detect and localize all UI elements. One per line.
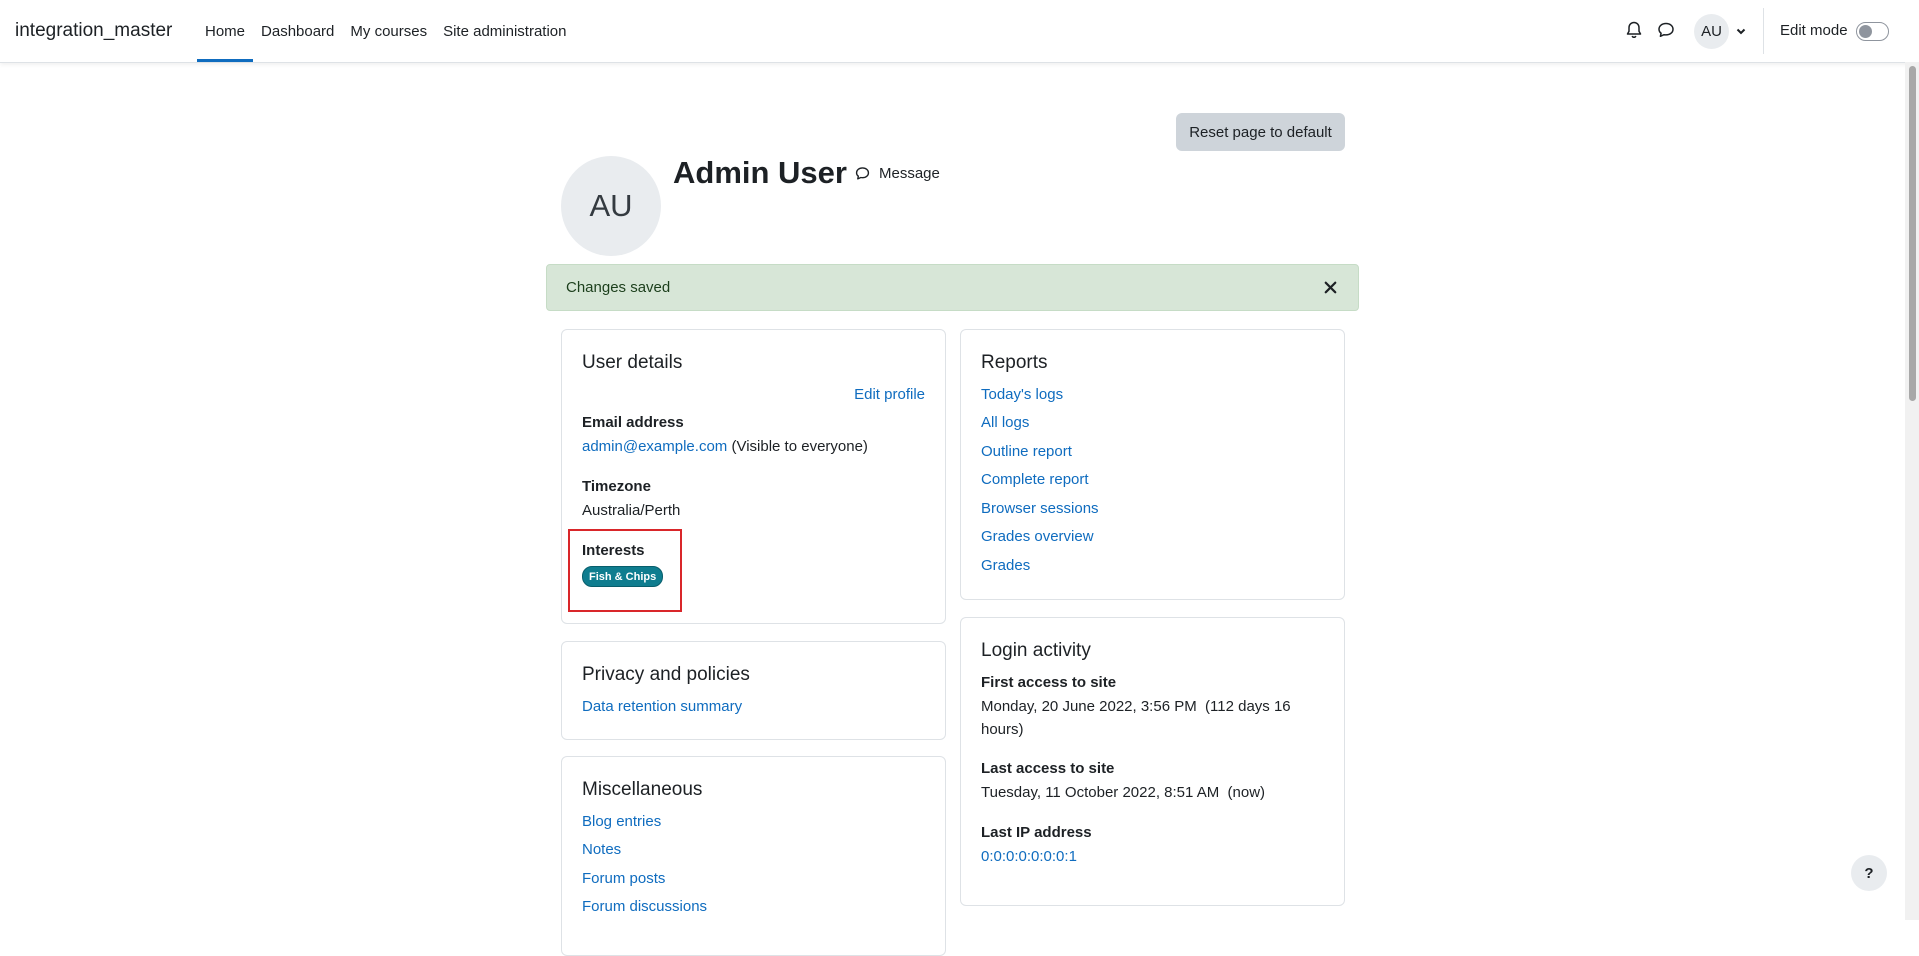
forum-discussions-link[interactable]: Forum discussions	[582, 898, 707, 915]
message-button[interactable]: Message	[854, 165, 940, 182]
notifications-bell-icon[interactable]	[1624, 20, 1644, 40]
all-logs-link[interactable]: All logs	[981, 414, 1029, 431]
last-access-value: Tuesday, 11 October 2022, 8:51 AM (now)	[981, 784, 1266, 801]
timezone-label: Timezone	[582, 478, 651, 495]
speech-bubble-icon	[855, 167, 870, 180]
interest-tag[interactable]: Fish & Chips	[582, 566, 664, 587]
last-ip-label: Last IP address	[981, 824, 1092, 841]
outline-report-link[interactable]: Outline report	[981, 443, 1072, 460]
messages-speech-bubble-icon[interactable]	[1656, 20, 1676, 40]
top-navbar: integration_master Home Dashboard My cou…	[0, 0, 1919, 63]
email-row: admin@example.com (Visible to everyone)	[582, 438, 868, 455]
last-access-label: Last access to site	[981, 760, 1115, 777]
notes-link[interactable]: Notes	[582, 841, 621, 858]
help-button[interactable]: ?	[1851, 855, 1887, 891]
edit-mode-toggle[interactable]	[1856, 22, 1889, 41]
message-label: Message	[879, 165, 940, 182]
reports-card: Reports Today's logs All logs Outline re…	[960, 329, 1345, 600]
first-access-value-continued: hours)	[981, 721, 1024, 738]
timezone-value: Australia/Perth	[582, 502, 681, 519]
email-link[interactable]: admin@example.com	[582, 438, 727, 455]
nav-item-my-courses[interactable]: My courses	[342, 0, 435, 62]
reset-page-button[interactable]: Reset page to default	[1176, 113, 1345, 151]
grades-link[interactable]: Grades	[981, 557, 1030, 574]
browser-sessions-link[interactable]: Browser sessions	[981, 500, 1099, 517]
privacy-title: Privacy and policies	[582, 664, 750, 685]
todays-logs-link[interactable]: Today's logs	[981, 386, 1063, 403]
grades-overview-link[interactable]: Grades overview	[981, 528, 1094, 545]
edit-mode-label: Edit mode	[1780, 22, 1848, 39]
nav-item-dashboard[interactable]: Dashboard	[253, 0, 342, 62]
data-retention-summary-link[interactable]: Data retention summary	[582, 698, 742, 715]
page-scrollbar-thumb[interactable]	[1909, 66, 1916, 401]
profile-avatar: AU	[561, 156, 661, 256]
interests-label: Interests	[582, 542, 645, 559]
first-access-value: Monday, 20 June 2022, 3:56 PM (112 days …	[981, 698, 1291, 715]
changes-saved-alert: Changes saved	[546, 264, 1359, 311]
nav-item-home[interactable]: Home	[197, 0, 254, 62]
alert-text: Changes saved	[566, 279, 671, 296]
user-details-title: User details	[582, 352, 683, 373]
privacy-policies-card: Privacy and policies Data retention summ…	[561, 641, 946, 740]
edit-mode-toggle-knob	[1859, 25, 1872, 38]
site-brand[interactable]: integration_master	[15, 20, 172, 42]
miscellaneous-card: Miscellaneous Blog entries Notes Forum p…	[561, 756, 946, 956]
complete-report-link[interactable]: Complete report	[981, 471, 1089, 488]
miscellaneous-title: Miscellaneous	[582, 779, 703, 800]
edit-profile-link[interactable]: Edit profile	[854, 386, 925, 403]
user-menu-avatar[interactable]: AU	[1694, 14, 1729, 49]
last-ip-link[interactable]: 0:0:0:0:0:0:0:1	[981, 848, 1077, 865]
reports-title: Reports	[981, 352, 1048, 373]
login-activity-title: Login activity	[981, 640, 1091, 661]
email-visibility: (Visible to everyone)	[731, 438, 868, 455]
blog-entries-link[interactable]: Blog entries	[582, 813, 661, 830]
navbar-divider	[1763, 8, 1764, 54]
forum-posts-link[interactable]: Forum posts	[582, 870, 665, 887]
first-access-label: First access to site	[981, 674, 1117, 691]
primary-navigation: Home Dashboard My courses Site administr…	[197, 0, 575, 62]
chevron-down-icon[interactable]	[1735, 25, 1747, 37]
login-activity-card: Login activity First access to site Mond…	[960, 617, 1345, 906]
page-title: Admin User	[673, 155, 847, 190]
email-label: Email address	[582, 414, 684, 431]
close-icon[interactable]	[1321, 278, 1340, 297]
nav-item-site-administration[interactable]: Site administration	[435, 0, 574, 62]
user-details-card: User details Edit profile Email address …	[561, 329, 946, 624]
